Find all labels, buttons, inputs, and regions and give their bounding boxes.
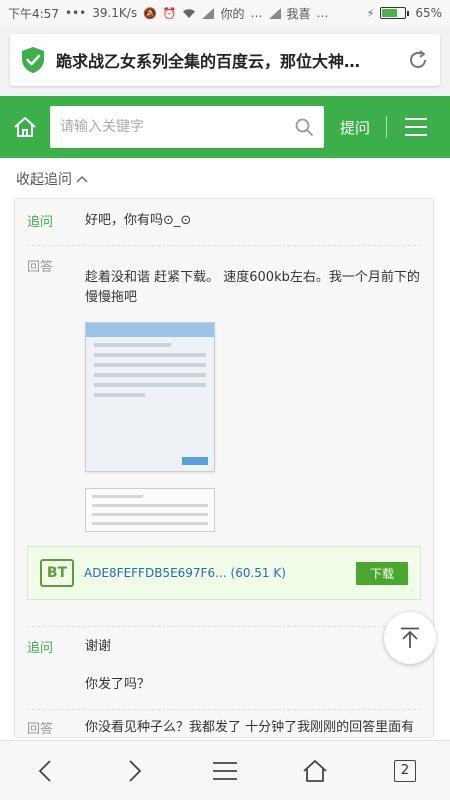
- network-speed: 39.1K/s: [92, 6, 138, 20]
- followup-tag: [27, 675, 85, 695]
- answer-tag: 回答: [27, 260, 54, 275]
- reload-icon[interactable]: [406, 48, 430, 72]
- browser-address-area: 跪求战乙女系列全集的百度云，那位大神…: [0, 26, 450, 96]
- attachment-filename[interactable]: ADE8FEFFDB5E697F6...: [84, 566, 227, 580]
- carrier-1: 你的: [220, 6, 245, 21]
- divider: [27, 245, 421, 246]
- followup-text: 好吧，你有吗⊙_⊙: [85, 213, 192, 228]
- bt-file-icon: BT: [40, 559, 74, 587]
- search-input[interactable]: [60, 119, 294, 135]
- collapse-label: 收起追问: [16, 172, 72, 188]
- answer-tag: 回答: [27, 722, 54, 737]
- battery-icon: [380, 7, 410, 19]
- collapse-followups-toggle[interactable]: 收起追问: [0, 158, 450, 192]
- status-time: 下午4:57: [8, 6, 59, 21]
- address-bar[interactable]: 跪求战乙女系列全集的百度云，那位大神…: [10, 34, 440, 86]
- forward-button[interactable]: [113, 749, 157, 793]
- followup-text: 谢谢: [85, 639, 112, 654]
- followup-tag: 追问: [27, 641, 54, 656]
- tab-count: 2: [394, 759, 416, 782]
- followup-entry: 追问 好吧，你有吗⊙_⊙: [15, 211, 433, 231]
- followup-entry: 你发了吗？: [15, 675, 433, 695]
- tabs-button[interactable]: 2: [383, 749, 427, 793]
- battery-percent: 65%: [415, 6, 442, 20]
- followup-thread: 追问 好吧，你有吗⊙_⊙ 回答 趁着没和谐 赶紧下载。 速度600kb左右。我一…: [14, 198, 434, 738]
- header-divider: [386, 116, 388, 138]
- torrent-attachment[interactable]: BT ADE8FEFFDB5E697F6... (60.51 K) 下载: [27, 546, 421, 600]
- answer-entry: 回答 趁着没和谐 赶紧下载。 速度600kb左右。我一个月前下的 慢慢拖吧: [15, 256, 433, 532]
- chevron-left-icon: [38, 759, 51, 782]
- menu-icon[interactable]: [405, 118, 428, 136]
- carrier-2-dots: …: [316, 6, 329, 20]
- chevron-right-icon: [129, 759, 142, 782]
- answer-text: 趁着没和谐 赶紧下载。 速度600kb左右。我一个月前下的 慢慢拖吧: [85, 270, 420, 305]
- followup-entry: 追问 谢谢: [15, 637, 433, 657]
- followup-text: 你发了吗？: [85, 677, 151, 692]
- attachment-size: (60.51 K): [230, 566, 286, 580]
- signal-icon: [268, 7, 281, 19]
- back-to-top-button[interactable]: [384, 612, 436, 664]
- home-icon: [14, 117, 36, 137]
- alarm-icon: ⏰: [162, 6, 177, 20]
- home-button[interactable]: [293, 749, 337, 793]
- page-title: 跪求战乙女系列全集的百度云，那位大神…: [56, 52, 361, 71]
- signal-icon: [202, 7, 215, 19]
- home-icon: [303, 759, 327, 782]
- wifi-icon: [183, 8, 196, 18]
- divider: [27, 626, 421, 627]
- search-icon[interactable]: [294, 117, 314, 137]
- site-header: 提问: [0, 96, 450, 158]
- menu-icon: [213, 761, 237, 780]
- answer-screenshot-image[interactable]: [85, 488, 215, 532]
- status-dots: •••: [64, 6, 87, 20]
- carrier-2: 我喜: [286, 6, 311, 21]
- status-bar: 下午4:57 ••• 39.1K/s 🔕 ⏰ 你的 … 我喜 … ⚡ 65%: [0, 0, 450, 26]
- back-button[interactable]: [23, 749, 67, 793]
- search-box: [50, 106, 324, 148]
- shield-check-icon: [22, 47, 44, 73]
- divider: [27, 709, 421, 710]
- download-button[interactable]: 下载: [355, 561, 408, 585]
- answer-entry: 回答 你没看见种子么？我都发了 十分钟了我刚刚的回答里面有啊 你看不到？？？: [15, 718, 433, 737]
- charging-icon: ⚡: [366, 6, 375, 20]
- arrow-up-icon: [401, 627, 419, 648]
- followup-tag: 追问: [27, 215, 54, 230]
- home-button[interactable]: [8, 110, 42, 144]
- notification-off-icon: 🔕: [143, 6, 157, 20]
- ask-question-button[interactable]: 提问: [340, 117, 370, 138]
- answer-screenshot-image[interactable]: [85, 322, 215, 472]
- carrier-1-dots: …: [250, 6, 263, 20]
- chevron-up-icon: [76, 176, 88, 183]
- browser-bottom-nav: 2: [0, 740, 450, 800]
- answer-text: 你没看见种子么？我都发了 十分钟了我刚刚的回答里面有啊 你看不到？？？: [85, 720, 415, 735]
- menu-button[interactable]: [203, 749, 247, 793]
